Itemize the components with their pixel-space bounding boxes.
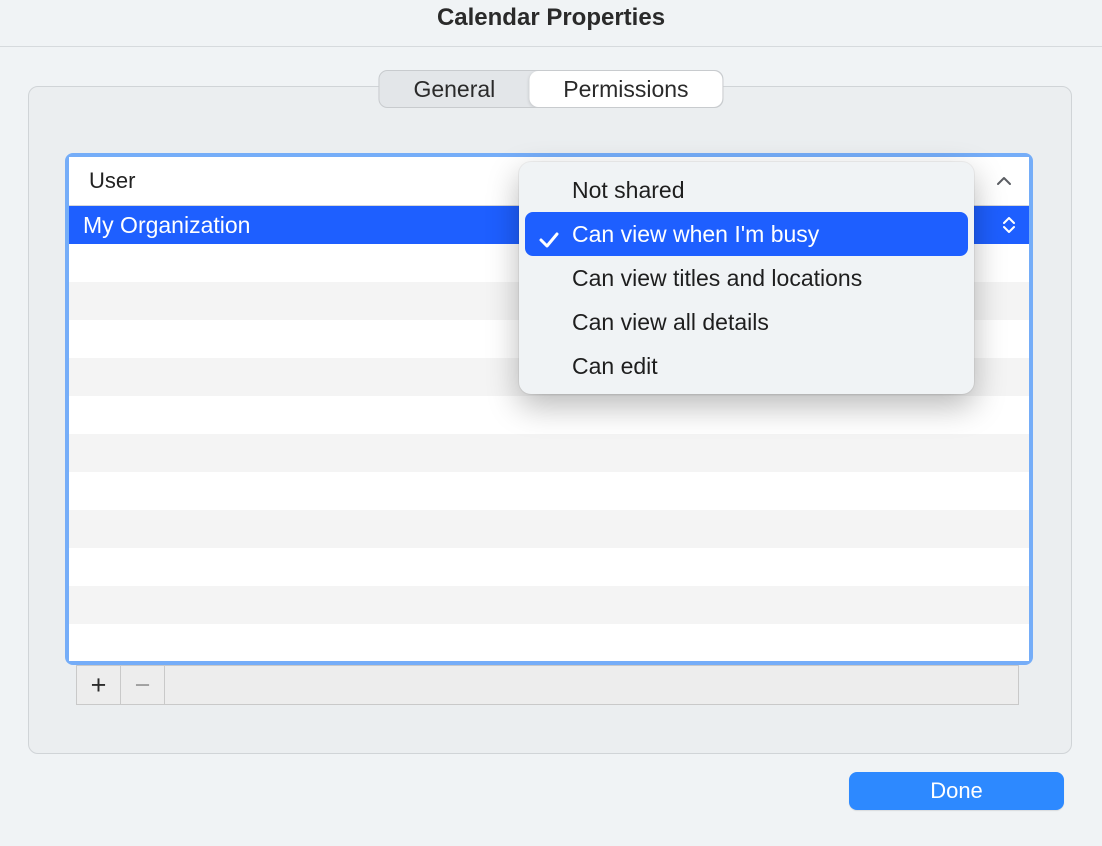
dropdown-option-busy[interactable]: Can view when I'm busy [525,212,968,256]
dropdown-option-details[interactable]: Can view all details [525,300,968,344]
table-row[interactable] [69,586,1029,624]
table-row[interactable] [69,396,1029,434]
dropdown-option-edit[interactable]: Can edit [525,344,968,388]
done-button[interactable]: Done [849,772,1064,810]
remove-user-button: − [121,666,165,704]
permission-popup-indicator-icon[interactable] [997,208,1021,242]
table-row[interactable] [69,548,1029,586]
add-user-button[interactable]: + [77,666,121,704]
column-header-user: User [89,168,135,194]
tab-bar: General Permissions [378,70,723,108]
sort-indicator-icon[interactable] [994,171,1014,191]
title-divider [0,46,1102,47]
tab-permissions[interactable]: Permissions [529,71,722,107]
dropdown-option-label: Can view titles and locations [572,265,862,291]
table-row[interactable] [69,434,1029,472]
table-row[interactable] [69,472,1029,510]
tab-general[interactable]: General [379,71,529,107]
table-row[interactable] [69,624,1029,661]
dropdown-option-label: Can view when I'm busy [572,221,819,247]
permission-dropdown[interactable]: Not shared Can view when I'm busy Can vi… [519,162,974,394]
check-icon [537,222,561,246]
plus-icon: + [91,670,107,701]
dropdown-option-not-shared[interactable]: Not shared [525,168,968,212]
table-row[interactable] [69,510,1029,548]
dropdown-option-label: Not shared [572,177,685,203]
window-title: Calendar Properties [0,0,1102,46]
dropdown-option-label: Can edit [572,353,658,379]
dropdown-option-titles[interactable]: Can view titles and locations [525,256,968,300]
dropdown-option-label: Can view all details [572,309,769,335]
minus-icon: − [135,670,151,701]
cell-user: My Organization [83,212,250,238]
done-button-label: Done [930,778,983,804]
permissions-panel: User My Organization [28,86,1072,754]
table-footer: + − [76,665,1019,705]
